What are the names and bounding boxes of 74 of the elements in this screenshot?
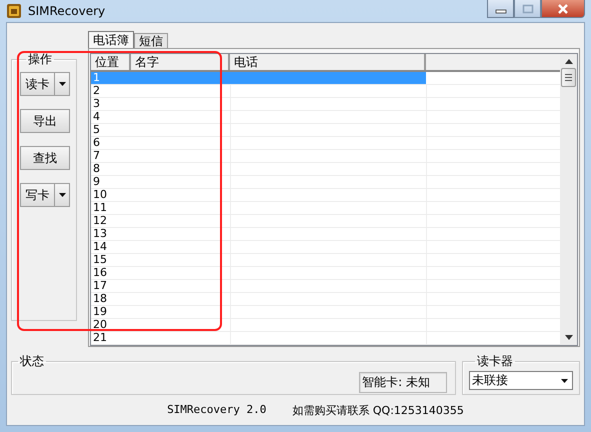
table-cell-text: 5	[92, 124, 101, 136]
table-cell-text: 16	[92, 267, 108, 279]
close-button[interactable]	[541, 0, 585, 18]
table-cell-text: 8	[92, 163, 101, 175]
minimize-button[interactable]	[487, 0, 514, 18]
group-title: 操作	[27, 51, 53, 68]
maximize-button[interactable]	[514, 0, 541, 18]
table-cell-text: 18	[92, 293, 108, 305]
table-row[interactable]: 9	[91, 176, 560, 189]
tab[interactable]: 短信	[134, 33, 168, 48]
table-cell-text: 4	[92, 111, 101, 123]
table-cell-text: 20	[92, 319, 108, 331]
table-cell-text: 13	[92, 228, 108, 240]
table-cell-text: 15	[92, 254, 108, 266]
table-row[interactable]: 10	[91, 189, 560, 202]
version-text: SIMRecovery 2.0	[167, 403, 266, 418]
window-title: SIMRecovery	[28, 4, 106, 18]
table-row[interactable]: 20	[91, 319, 560, 332]
table-cell-text: 11	[92, 202, 108, 214]
caret-icon	[561, 378, 568, 382]
table-row[interactable]: 13	[91, 228, 560, 241]
scrollbar[interactable]	[560, 54, 577, 345]
table-cell-text: 17	[92, 280, 108, 292]
table-cell-text: 7	[92, 150, 101, 162]
table-row[interactable]: 19	[91, 306, 560, 319]
action-button[interactable]: 写卡	[20, 183, 54, 207]
table-cell-text: 19	[92, 306, 108, 318]
table-row[interactable]: 12	[91, 215, 560, 228]
reader-select[interactable]: 未联接	[469, 371, 573, 390]
close-icon	[557, 4, 569, 14]
column-header[interactable]: 位置	[91, 54, 131, 70]
sim-card-icon	[6, 3, 22, 19]
caret-icon	[58, 82, 66, 86]
maximize-icon	[522, 4, 534, 14]
table-cell-text: 6	[92, 137, 101, 149]
table-cell-text: 14	[92, 241, 108, 253]
table-cell-text: 9	[92, 176, 101, 188]
table-row[interactable]: 8	[91, 163, 560, 176]
table-row[interactable]: 14	[91, 241, 560, 254]
scroll-up-icon	[564, 59, 572, 64]
table-row[interactable]: 6	[91, 137, 560, 150]
table-row[interactable]: 5	[91, 124, 560, 137]
scroll-down-icon	[564, 335, 572, 340]
table-cell-text: 10	[92, 189, 108, 201]
table-row[interactable]: 21	[91, 332, 560, 345]
contact-text: 如需购买请联系 QQ:1253140355	[292, 403, 464, 418]
group-title: 状态	[19, 353, 45, 370]
table-cell-text: 3	[92, 98, 101, 110]
smart-card-status: 智能卡: 未知	[359, 372, 447, 393]
table-row[interactable]: 7	[91, 150, 560, 163]
table-row[interactable]: 16	[91, 267, 560, 280]
table-row[interactable]: 11	[91, 202, 560, 215]
table-row[interactable]: 17	[91, 280, 560, 293]
action-button[interactable]: 查找	[20, 146, 70, 170]
group-title: 读卡器	[476, 353, 514, 370]
tab[interactable]: 电话簿	[88, 31, 134, 48]
grip-icon	[565, 74, 572, 81]
action-button[interactable]: 导出	[20, 109, 70, 133]
column-header[interactable]: 电话	[230, 54, 426, 70]
dropdown-button[interactable]	[54, 72, 70, 96]
table-cell-text: 21	[92, 332, 108, 344]
action-button[interactable]: 读卡	[20, 72, 54, 96]
table-row[interactable]: 3	[91, 98, 560, 111]
table-row[interactable]: 15	[91, 254, 560, 267]
table-cell-text: 1	[92, 72, 101, 84]
scroll-thumb[interactable]	[561, 68, 576, 87]
dropdown-button[interactable]	[54, 183, 70, 207]
column-header[interactable]: 名字	[131, 54, 230, 70]
table-cell-text: 12	[92, 215, 108, 227]
table-cell-text: 2	[92, 85, 101, 97]
table-row[interactable]: 4	[91, 111, 560, 124]
caret-icon	[58, 193, 66, 197]
table-row[interactable]: 18	[91, 293, 560, 306]
table-row[interactable]: 2	[91, 85, 560, 98]
